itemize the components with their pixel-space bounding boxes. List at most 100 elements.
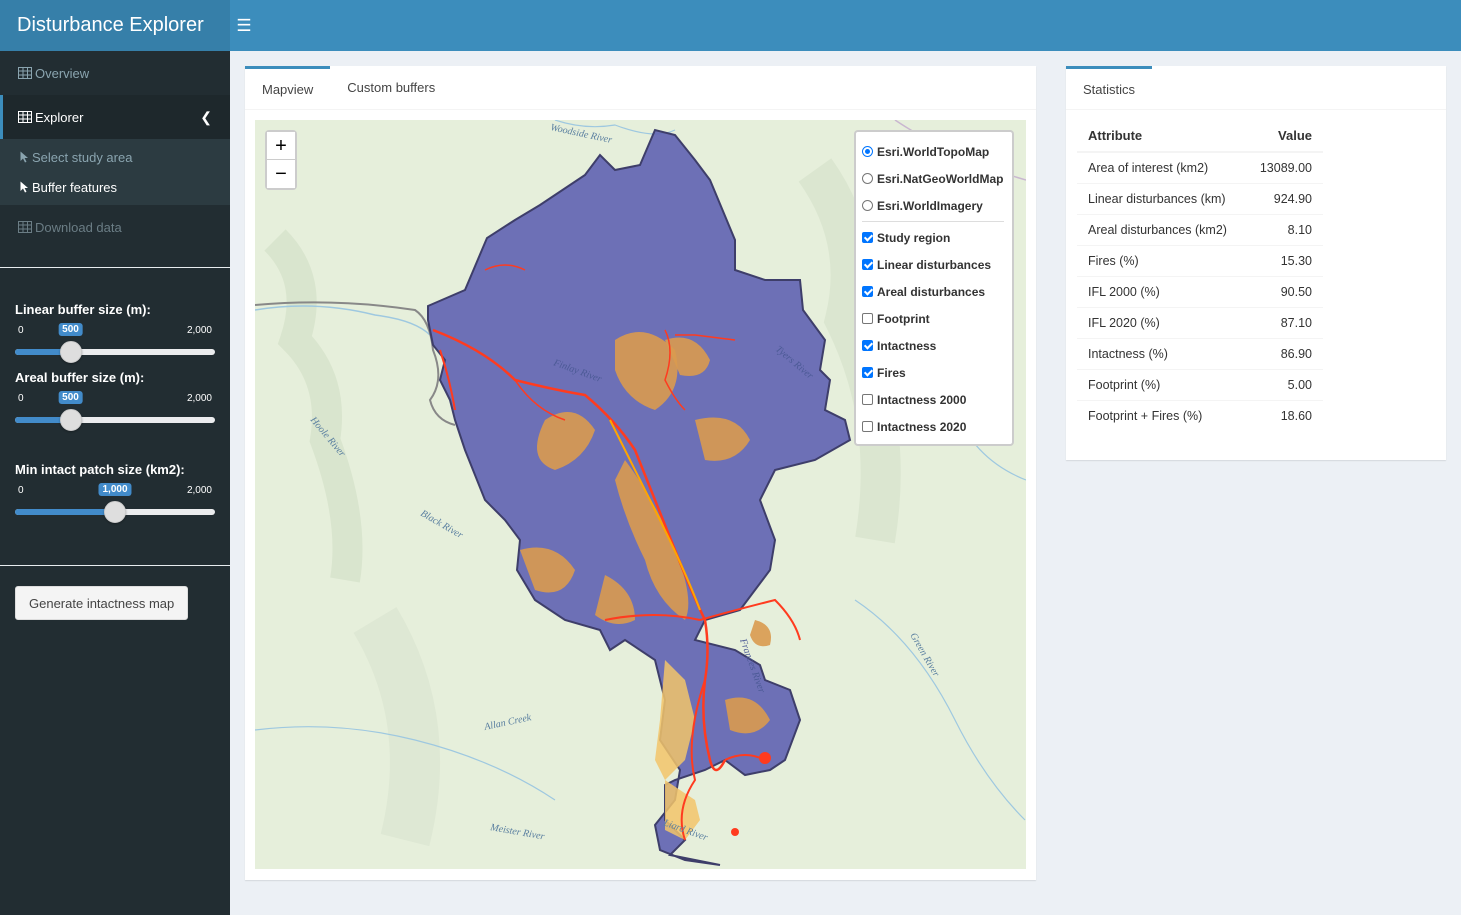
slider-value-bubble: 500 <box>58 323 83 336</box>
table-row: IFL 2000 (%) 90.50 <box>1077 275 1323 307</box>
attribute-cell: Intactness (%) <box>1077 337 1246 369</box>
zoom-control: + − <box>265 130 297 190</box>
table-header-row: Attribute Value <box>1077 120 1323 153</box>
checkbox[interactable] <box>862 394 873 405</box>
sidebar-subitem-select-study-area[interactable]: Select study area <box>0 142 230 172</box>
overlay-label: Areal disturbances <box>877 284 986 299</box>
value-cell: 18.60 <box>1245 399 1323 431</box>
column-header-attribute: Attribute <box>1077 120 1246 153</box>
app-title[interactable]: Disturbance Explorer <box>0 0 230 51</box>
tab-mapview[interactable]: Mapview <box>245 66 331 109</box>
radio-button[interactable] <box>862 146 873 157</box>
sidebar-subitem-label: Buffer features <box>32 179 118 195</box>
value-cell: 5.00 <box>1245 368 1323 400</box>
checkbox[interactable] <box>862 313 873 324</box>
table-row: IFL 2020 (%) 87.10 <box>1077 306 1323 338</box>
overlay-option[interactable]: Intactness <box>862 332 1004 359</box>
overlay-label: Footprint <box>877 311 930 326</box>
table-row: Footprint + Fires (%) 18.60 <box>1077 399 1323 431</box>
sidebar-toggle-icon[interactable]: ☰ <box>233 0 255 51</box>
sidebar-item-overview[interactable]: Overview <box>0 51 230 95</box>
basemap-option[interactable]: Esri.WorldTopoMap <box>862 138 1004 165</box>
overlay-option[interactable]: Fires <box>862 359 1004 386</box>
table-row: Footprint (%) 5.00 <box>1077 368 1323 400</box>
overlay-option[interactable]: Study region <box>862 224 1004 251</box>
attribute-cell: Footprint + Fires (%) <box>1077 399 1246 431</box>
checkbox[interactable] <box>862 232 873 243</box>
basemap-label: Esri.WorldTopoMap <box>877 144 990 159</box>
top-navbar: Disturbance Explorer ☰ <box>0 0 1461 51</box>
table-icon <box>18 67 32 79</box>
linear-buffer-slider: Linear buffer size (m): 0 2,000 500 <box>0 268 230 363</box>
slider-label: Min intact patch size (km2): <box>15 462 185 477</box>
table-row: Areal disturbances (km2) 8.10 <box>1077 213 1323 245</box>
radio-button[interactable] <box>862 200 873 211</box>
min-patch-size-slider: Min intact patch size (km2): 0 2,000 1,000 <box>0 452 230 544</box>
overlay-option[interactable]: Areal disturbances <box>862 278 1004 305</box>
basemap-option[interactable]: Esri.WorldImagery <box>862 192 1004 219</box>
value-cell: 13089.00 <box>1245 151 1323 183</box>
sidebar-subitem-buffer-features[interactable]: Buffer features <box>0 172 230 202</box>
checkbox[interactable] <box>862 340 873 351</box>
tab-custom-buffers[interactable]: Custom buffers <box>330 66 452 109</box>
mapview-box: Mapview Custom buffers Woodside River Ho… <box>245 66 1036 880</box>
attribute-cell: IFL 2020 (%) <box>1077 306 1246 338</box>
map-canvas[interactable]: Woodside River Hoole River Black River A… <box>255 120 1026 869</box>
table-row: Intactness (%) 86.90 <box>1077 337 1323 369</box>
chevron-left-icon[interactable]: ❮ <box>200 109 212 126</box>
map-tabs: Mapview Custom buffers <box>245 66 1036 110</box>
basemap-option[interactable]: Esri.NatGeoWorldMap <box>862 165 1004 192</box>
table-row: Fires (%) 15.30 <box>1077 244 1323 276</box>
slider-label: Linear buffer size (m): <box>15 302 151 317</box>
zoom-out-button[interactable]: − <box>267 160 295 188</box>
layer-separator <box>862 221 1004 222</box>
slider-handle[interactable] <box>104 501 126 523</box>
sidebar-item-label: Explorer <box>35 109 84 125</box>
overlay-option[interactable]: Footprint <box>862 305 1004 332</box>
table-row: Linear disturbances (km) 924.90 <box>1077 182 1323 214</box>
attribute-cell: Areal disturbances (km2) <box>1077 213 1246 245</box>
table-row: Area of interest (km2) 13089.00 <box>1077 151 1323 183</box>
layer-control: Esri.WorldTopoMap Esri.NatGeoWorldMap Esri… <box>854 130 1014 446</box>
value-cell: 8.10 <box>1245 213 1323 245</box>
value-cell: 87.10 <box>1245 306 1323 338</box>
overlay-label: Linear disturbances <box>877 257 992 272</box>
value-cell: 90.50 <box>1245 275 1323 307</box>
radio-button[interactable] <box>862 173 873 184</box>
sidebar-item-download-data[interactable]: Download data <box>0 205 230 249</box>
checkbox[interactable] <box>862 286 873 297</box>
checkbox[interactable] <box>862 367 873 378</box>
slider-track[interactable] <box>15 409 215 431</box>
sidebar-divider <box>0 565 230 566</box>
slider-track[interactable] <box>15 341 215 363</box>
tab-statistics[interactable]: Statistics <box>1066 66 1153 109</box>
slider-handle[interactable] <box>59 409 82 431</box>
overlay-option[interactable]: Intactness 2000 <box>862 386 1004 413</box>
slider-track-area: 0 2,000 500 <box>15 389 215 439</box>
attribute-cell: Area of interest (km2) <box>1077 151 1246 183</box>
slider-max-label: 2,000 <box>186 485 212 496</box>
slider-value-bubble: 1,000 <box>98 483 132 496</box>
sidebar-item-label: Overview <box>35 65 90 81</box>
slider-min-label: 0 <box>18 393 24 404</box>
generate-intactness-map-button[interactable]: Generate intactness map <box>15 586 189 620</box>
checkbox[interactable] <box>862 421 873 432</box>
checkbox[interactable] <box>862 259 873 270</box>
slider-track[interactable] <box>15 501 215 523</box>
overlay-option[interactable]: Intactness 2020 <box>862 413 1004 440</box>
overlay-label: Intactness <box>877 338 937 353</box>
slider-max-label: 2,000 <box>186 325 212 336</box>
slider-label: Areal buffer size (m): <box>15 370 145 385</box>
overlay-option[interactable]: Linear disturbances <box>862 251 1004 278</box>
basemap-label: Esri.NatGeoWorldMap <box>877 171 1004 186</box>
statistics-box: Statistics Attribute Value Area of inter… <box>1066 66 1446 460</box>
sidebar-item-explorer[interactable]: Explorer ❮ <box>0 95 230 139</box>
cursor-icon <box>20 151 28 163</box>
table-icon <box>18 221 32 233</box>
stats-tabs: Statistics <box>1066 66 1446 110</box>
sidebar-subitem-label: Select study area <box>32 149 133 165</box>
zoom-in-button[interactable]: + <box>267 132 295 160</box>
statistics-table: Attribute Value Area of interest (km2) 13… <box>1077 120 1323 431</box>
slider-track-area: 0 2,000 1,000 <box>15 481 215 531</box>
attribute-cell: IFL 2000 (%) <box>1077 275 1246 307</box>
